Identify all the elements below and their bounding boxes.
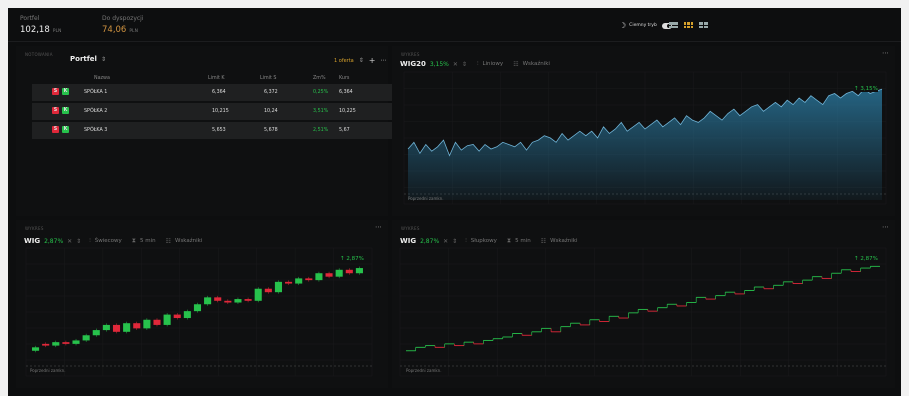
sell-button[interactable]: S <box>52 88 59 95</box>
candle <box>153 319 161 325</box>
col-change[interactable]: Zm% <box>313 76 326 81</box>
offer-count[interactable]: 1 oferta <box>334 58 354 64</box>
candle <box>305 278 313 281</box>
candle <box>285 281 293 284</box>
layout-rows-icon[interactable] <box>669 22 678 28</box>
row-limit-s: 5,678 <box>264 128 278 133</box>
wig-candle-badge: ↑ 2,87% <box>340 256 364 262</box>
row-price: 6,364 <box>339 90 353 95</box>
candle <box>355 268 363 274</box>
portfolio-currency: PLN <box>52 29 62 34</box>
wig20-badge: ↑ 3,15% <box>854 86 878 92</box>
candle <box>82 335 90 341</box>
row-name: SPÓŁKA 2 <box>84 109 108 114</box>
available-currency: PLN <box>129 29 138 34</box>
table-row[interactable]: S K SPÓŁKA 3 5,653 5,678 2,51% 5,67 <box>32 122 392 139</box>
candle <box>102 324 110 331</box>
buy-button[interactable]: K <box>62 88 69 95</box>
candle <box>335 269 343 277</box>
col-limit-s[interactable]: Limit S <box>260 76 276 81</box>
row-change: 3,51% <box>313 109 329 114</box>
candle <box>345 269 353 274</box>
candle <box>325 273 333 277</box>
candle <box>264 288 272 293</box>
candle <box>143 319 151 329</box>
available-label: Do dyspozycji <box>102 15 144 22</box>
wig20-area-chart[interactable]: Poprzedni zamkn. <box>392 46 895 216</box>
candle <box>112 324 121 332</box>
wig20-chart-panel: WYKRES ⋯ WIG20 3,15% ✕ ⇕ ⫶ Liniowy ☷ Wsk… <box>392 46 895 216</box>
row-price: 10,225 <box>339 109 356 114</box>
candle <box>214 297 222 301</box>
wig-candle-chart-panel: WYKRES ⋯ WIG 2,87% ✕ ⇕ ⫶ Świecowy ⧗ 5 mi… <box>16 220 388 388</box>
portfolio-small-title: NOTOWANIA <box>25 52 53 57</box>
wig-step-chart[interactable]: Poprzedni zamkn. <box>392 220 895 388</box>
source-label: Poprzedni zamkn. <box>30 368 66 373</box>
candle <box>234 299 242 303</box>
row-limit-k: 6,364 <box>212 90 226 95</box>
candle <box>295 278 303 284</box>
candle <box>62 342 70 344</box>
candle <box>244 299 252 301</box>
candle <box>133 323 141 329</box>
wig-candle-chart[interactable]: Poprzedni zamkn. <box>16 220 388 388</box>
candle <box>173 314 181 319</box>
wig-step-badge: ↑ 2,87% <box>854 256 878 262</box>
source-label: Poprzedni zamkn. <box>406 368 442 373</box>
candle <box>193 304 202 312</box>
candle <box>72 340 80 344</box>
available-value: 74,06 <box>102 25 127 35</box>
sort-icon[interactable]: ⇕ <box>101 56 106 63</box>
add-icon[interactable]: + <box>369 56 376 65</box>
col-name[interactable]: Nazwa <box>94 76 110 81</box>
row-change: 2,51% <box>313 128 329 133</box>
candle <box>254 288 262 301</box>
wig-step-chart-panel: WYKRES ⋯ WIG 2,87% ✕ ⇕ ⫶ Słupkowy ⧗ 5 mi… <box>392 220 895 388</box>
buy-button[interactable]: K <box>62 107 69 114</box>
col-price[interactable]: Kurs <box>339 76 349 81</box>
portfolio-metric: Portfel 102,18 PLN <box>20 15 61 35</box>
col-limit-k[interactable]: Limit K <box>208 76 225 81</box>
available-metric: Do dyspozycji 74,06 PLN <box>102 15 144 35</box>
row-price: 5,67 <box>339 128 350 133</box>
row-limit-s: 10,24 <box>264 109 278 114</box>
candle <box>163 314 171 325</box>
row-limit-k: 5,653 <box>212 128 226 133</box>
layout-quad-icon[interactable] <box>699 22 708 28</box>
sell-button[interactable]: S <box>52 126 59 133</box>
row-limit-s: 6,372 <box>264 90 278 95</box>
row-name: SPÓŁKA 3 <box>84 128 108 133</box>
candle <box>204 297 212 305</box>
portfolio-title: Portfel <box>70 55 97 63</box>
row-limit-k: 10,215 <box>212 109 229 114</box>
candle <box>52 342 60 346</box>
row-change: 0,25% <box>313 90 329 95</box>
moon-icon: ☽ <box>619 21 627 30</box>
candle <box>183 311 191 319</box>
portfolio-label: Portfel <box>20 15 40 22</box>
darkmode-switch[interactable]: ☽ Ciemny tryb <box>619 21 672 30</box>
table-row[interactable]: S K SPÓŁKA 1 6,364 6,372 0,25% 6,364 <box>32 84 392 101</box>
trading-app: Portfel 102,18 PLN Do dyspozycji 74,06 PLN… <box>8 8 901 396</box>
portfolio-panel: NOTOWANIA Portfel ⇕ 1 oferta ⇕ + ⋯ Nazwa… <box>16 46 392 216</box>
sell-button[interactable]: S <box>52 107 59 114</box>
candle <box>315 273 323 281</box>
candle <box>92 330 100 336</box>
sort-offers-icon[interactable]: ⇕ <box>359 57 364 64</box>
table-row[interactable]: S K SPÓŁKA 2 10,215 10,24 3,51% 10,225 <box>32 103 392 120</box>
candle <box>123 323 131 332</box>
candle <box>274 281 282 293</box>
buy-button[interactable]: K <box>62 126 69 133</box>
topbar: Portfel 102,18 PLN Do dyspozycji 74,06 PLN… <box>8 8 901 42</box>
row-name: SPÓŁKA 1 <box>84 90 108 95</box>
portfolio-value: 102,18 <box>20 25 50 35</box>
candle <box>42 343 50 346</box>
more-icon[interactable]: ⋯ <box>380 57 386 64</box>
candle <box>32 347 40 351</box>
candle <box>224 300 232 303</box>
darkmode-label: Ciemny tryb <box>629 23 657 28</box>
source-label: Poprzedni zamkn. <box>408 196 444 201</box>
layout-grid-icon[interactable] <box>684 22 693 28</box>
